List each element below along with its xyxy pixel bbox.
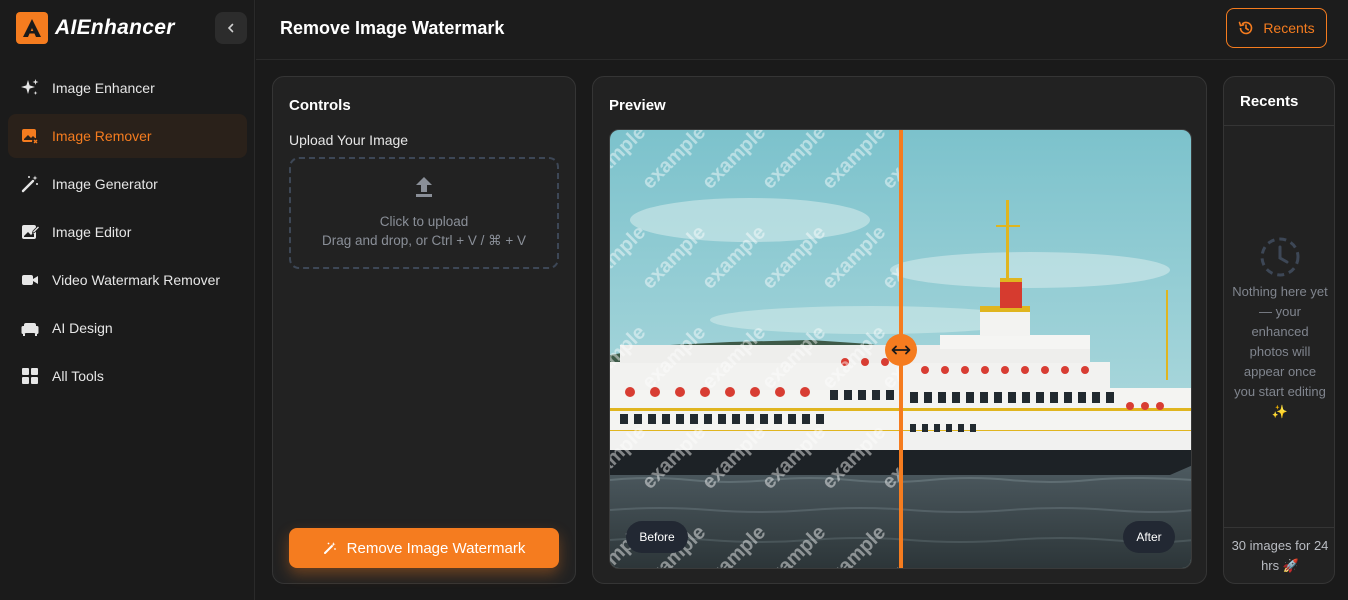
recents-button[interactable]: Recents (1226, 8, 1327, 48)
recents-empty-text: Nothing here yet — your enhanced photos … (1232, 284, 1328, 419)
divider (1224, 125, 1334, 126)
sparkles-icon (20, 78, 40, 98)
divider (1224, 527, 1334, 528)
sidebar-item-video-watermark-remover[interactable]: Video Watermark Remover (8, 258, 247, 302)
logo-icon (16, 12, 48, 44)
sidebar-item-label: Image Enhancer (52, 80, 155, 96)
before-label: Before (626, 521, 688, 553)
sofa-icon (20, 318, 40, 338)
brand-name: AIEnhancer (55, 16, 175, 39)
sidebar-item-label: Video Watermark Remover (52, 272, 221, 288)
sidebar-item-label: All Tools (52, 368, 104, 384)
controls-title: Controls (289, 97, 351, 114)
sidebar-item-label: Image Remover (52, 128, 152, 144)
sidebar-item-image-editor[interactable]: Image Editor (8, 210, 247, 254)
remove-watermark-button-label: Remove Image Watermark (346, 539, 526, 557)
video-camera-icon (20, 270, 40, 290)
sidebar-item-label: AI Design (52, 320, 113, 336)
comparison-viewer[interactable]: example example example example example … (609, 129, 1192, 569)
history-icon (1238, 20, 1254, 36)
recents-button-label: Recents (1263, 20, 1315, 36)
sidebar-item-ai-design[interactable]: AI Design (8, 306, 247, 350)
grid-icon (20, 366, 40, 386)
sidebar-item-label: Image Editor (52, 224, 132, 240)
image-edit-icon (20, 222, 40, 242)
sidebar-nav: Image Enhancer Image Remover Image Gener… (8, 66, 247, 402)
upload-label: Upload Your Image (289, 132, 409, 148)
controls-panel: Controls Upload Your Image Click to uplo… (272, 76, 576, 584)
remove-watermark-button[interactable]: Remove Image Watermark (289, 528, 559, 568)
sidebar: AIEnhancer Image Enhancer Image Remover … (0, 0, 255, 600)
sidebar-item-image-remover[interactable]: Image Remover (8, 114, 247, 158)
top-header: Remove Image Watermark Recents (256, 0, 1348, 60)
page-title: Remove Image Watermark (280, 18, 505, 38)
image-remove-icon (20, 126, 40, 146)
comparison-slider-handle[interactable] (885, 334, 917, 366)
magic-wand-icon (20, 174, 40, 194)
quota-text: 30 images for 24 hrs 🚀 (1231, 538, 1329, 573)
sidebar-item-all-tools[interactable]: All Tools (8, 354, 247, 398)
preview-panel: Preview example example example example … (592, 76, 1207, 584)
sidebar-item-image-generator[interactable]: Image Generator (8, 162, 247, 206)
sidebar-item-label: Image Generator (52, 176, 158, 192)
brand[interactable]: AIEnhancer (16, 12, 175, 44)
sidebar-item-image-enhancer[interactable]: Image Enhancer (8, 66, 247, 110)
upload-dropzone[interactable]: Click to upload Drag and drop, or Ctrl +… (289, 157, 559, 269)
clock-icon (1260, 237, 1300, 277)
arrows-horizontal-icon (891, 345, 911, 355)
chevron-left-icon (227, 23, 234, 33)
recents-panel: Recents Nothing here yet — your enhanced… (1223, 76, 1335, 584)
after-label: After (1123, 521, 1175, 553)
dropzone-line-2: Drag and drop, or Ctrl + V / ⌘ + V (321, 233, 527, 248)
collapse-sidebar-button[interactable] (215, 12, 247, 44)
recents-title: Recents (1240, 93, 1299, 110)
magic-wand-icon (323, 541, 337, 555)
upload-icon (413, 175, 435, 202)
preview-title: Preview (609, 97, 666, 114)
dropzone-line-1: Click to upload (379, 214, 469, 229)
